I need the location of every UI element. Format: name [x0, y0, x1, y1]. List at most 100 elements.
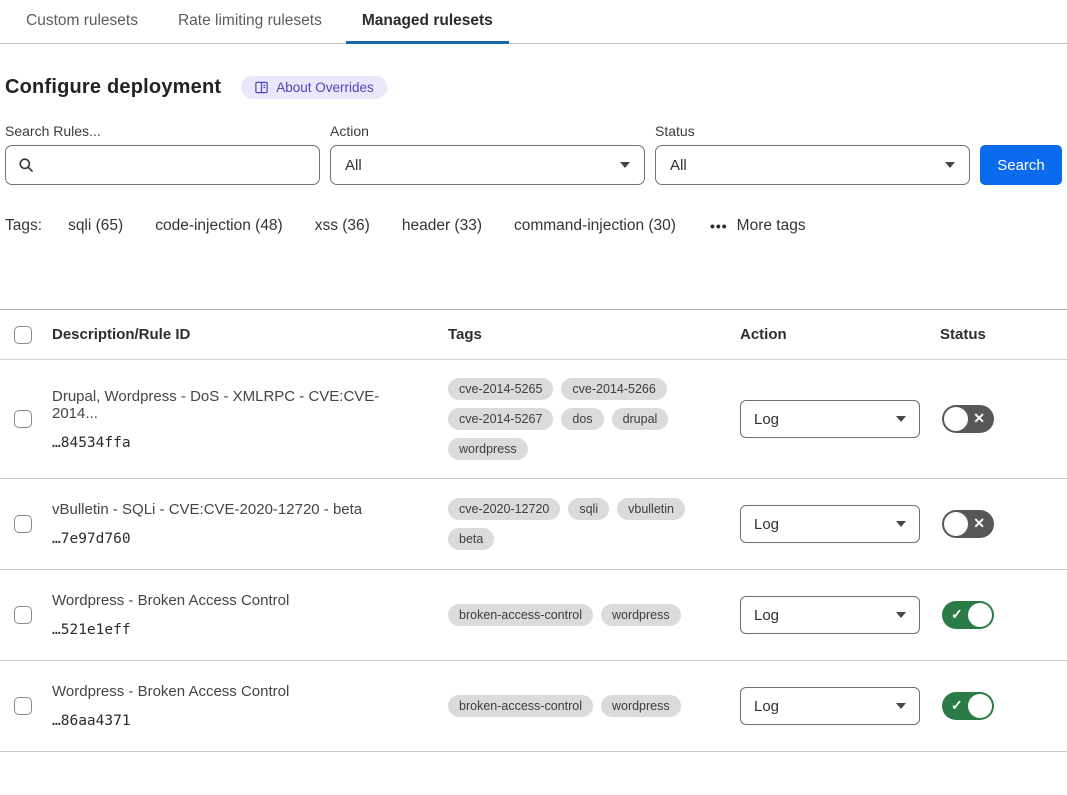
chevron-down-icon [896, 703, 906, 709]
column-action: Action [740, 326, 940, 343]
table-row: Wordpress - Broken Access Control …86aa4… [0, 661, 1067, 752]
tag-filter-link[interactable]: header (33) [402, 217, 482, 235]
search-icon [18, 157, 34, 173]
row-rule-id: …521e1eff [52, 622, 424, 638]
row-checkbox[interactable] [14, 606, 32, 624]
tab-managed-rulesets[interactable]: Managed rulesets [346, 0, 509, 44]
column-status: Status [940, 326, 1067, 343]
chevron-down-icon [896, 416, 906, 422]
row-tags: broken-access-control wordpress [448, 586, 740, 644]
table-body: Drupal, Wordpress - DoS - XMLRPC - CVE:C… [0, 360, 1067, 752]
row-action-select[interactable]: Log [740, 596, 920, 634]
row-rule-id: …7e97d760 [52, 531, 424, 547]
tag-pill: cve-2020-12720 [448, 498, 560, 520]
row-rule-id: …86aa4371 [52, 713, 424, 729]
status-toggle[interactable]: ✓ [942, 601, 994, 629]
table-row: Wordpress - Broken Access Control …521e1… [0, 570, 1067, 661]
page-title: Configure deployment [5, 76, 221, 99]
tag-pill: vbulletin [617, 498, 685, 520]
row-description: Wordpress - Broken Access Control [52, 592, 424, 609]
row-tags: broken-access-control wordpress [448, 677, 740, 735]
action-filter-field: Action All [330, 123, 645, 185]
about-overrides-label: About Overrides [276, 80, 374, 95]
toggle-knob [944, 407, 968, 431]
tag-pill: wordpress [601, 604, 681, 626]
row-action-select[interactable]: Log [740, 400, 920, 438]
column-description-rule-id: Description/Rule ID [52, 326, 448, 343]
tag-pill: dos [561, 408, 603, 430]
table-row: Drupal, Wordpress - DoS - XMLRPC - CVE:C… [0, 360, 1067, 479]
action-filter-select[interactable]: All [330, 145, 645, 185]
tag-filter-link[interactable]: code-injection (48) [155, 217, 283, 235]
tag-pill: cve-2014-5265 [448, 378, 553, 400]
toggle-glyph: ✕ [973, 510, 985, 538]
select-all-checkbox[interactable] [14, 326, 32, 344]
search-button[interactable]: Search [980, 145, 1062, 185]
row-action-value: Log [754, 516, 779, 533]
tags-list: sqli (65) code-injection (48) xss (36) head… [68, 217, 676, 235]
status-filter-select[interactable]: All [655, 145, 970, 185]
row-description: Drupal, Wordpress - DoS - XMLRPC - CVE:C… [52, 388, 424, 422]
status-filter-field: Status All [655, 123, 970, 185]
more-tags-button[interactable]: ••• More tags [710, 217, 806, 235]
tag-pill: wordpress [448, 438, 528, 460]
toggle-knob [944, 512, 968, 536]
status-toggle[interactable]: ✓ [942, 692, 994, 720]
toggle-knob [968, 603, 992, 627]
search-label: Search Rules... [5, 123, 320, 139]
ellipsis-icon: ••• [710, 218, 728, 234]
more-tags-label: More tags [737, 217, 806, 235]
action-filter-value: All [345, 157, 362, 174]
tag-pill: cve-2014-5267 [448, 408, 553, 430]
ruleset-tabs: Custom rulesets Rate limiting rulesets M… [0, 0, 1067, 44]
row-action-value: Log [754, 698, 779, 715]
tags-bar-label: Tags: [5, 217, 42, 235]
status-filter-value: All [670, 157, 687, 174]
toggle-glyph: ✕ [973, 405, 985, 433]
toggle-glyph: ✓ [951, 692, 963, 720]
tag-pill: broken-access-control [448, 695, 593, 717]
chevron-down-icon [620, 162, 630, 168]
row-description: Wordpress - Broken Access Control [52, 683, 424, 700]
chevron-down-icon [896, 521, 906, 527]
row-checkbox[interactable] [14, 410, 32, 428]
table-header-row: Description/Rule ID Tags Action Status [0, 310, 1067, 360]
tag-pill: broken-access-control [448, 604, 593, 626]
tag-pill: cve-2014-5266 [561, 378, 666, 400]
row-checkbox[interactable] [14, 515, 32, 533]
book-icon [254, 80, 269, 95]
table-row: vBulletin - SQLi - CVE:CVE-2020-12720 - … [0, 479, 1067, 570]
row-action-value: Log [754, 607, 779, 624]
chevron-down-icon [945, 162, 955, 168]
tag-pill: drupal [612, 408, 669, 430]
row-rule-id: …84534ffa [52, 435, 424, 451]
search-field: Search Rules... [5, 123, 320, 185]
about-overrides-badge[interactable]: About Overrides [241, 76, 387, 99]
tag-filter-link[interactable]: xss (36) [315, 217, 370, 235]
chevron-down-icon [896, 612, 906, 618]
tab-rate-limiting-rulesets[interactable]: Rate limiting rulesets [162, 0, 338, 44]
tag-pill: sqli [568, 498, 609, 520]
tag-filter-link[interactable]: sqli (65) [68, 217, 123, 235]
row-action-select[interactable]: Log [740, 687, 920, 725]
column-tags: Tags [448, 326, 740, 343]
status-toggle[interactable]: ✕ [942, 405, 994, 433]
toggle-glyph: ✓ [951, 601, 963, 629]
tags-bar: Tags: sqli (65) code-injection (48) xss (3… [5, 217, 1062, 235]
row-checkbox[interactable] [14, 697, 32, 715]
tag-pill: wordpress [601, 695, 681, 717]
tag-filter-link[interactable]: command-injection (30) [514, 217, 676, 235]
row-action-value: Log [754, 411, 779, 428]
toggle-knob [968, 694, 992, 718]
tag-pill: beta [448, 528, 494, 550]
row-description: vBulletin - SQLi - CVE:CVE-2020-12720 - … [52, 501, 424, 518]
status-toggle[interactable]: ✕ [942, 510, 994, 538]
status-filter-label: Status [655, 123, 970, 139]
row-action-select[interactable]: Log [740, 505, 920, 543]
row-tags: cve-2020-12720 sqli vbulletin beta [448, 480, 740, 568]
action-filter-label: Action [330, 123, 645, 139]
tab-custom-rulesets[interactable]: Custom rulesets [10, 0, 154, 44]
search-input[interactable] [5, 145, 320, 185]
filters-bar: Search Rules... Action All Status All [5, 123, 1062, 185]
rules-table: Description/Rule ID Tags Action Status D… [0, 309, 1067, 752]
